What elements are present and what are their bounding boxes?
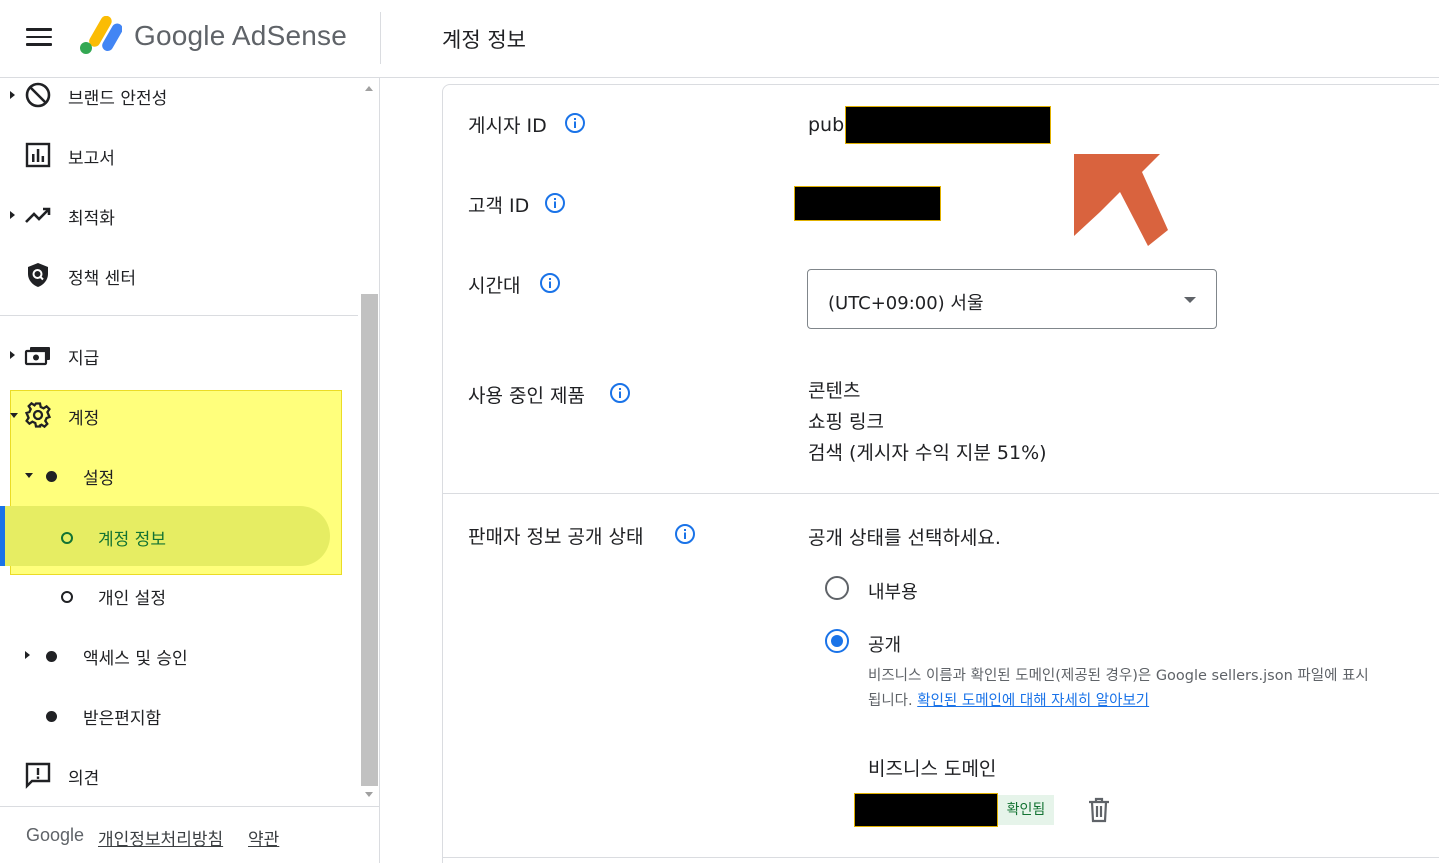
- privacy-policy-link[interactable]: 개인정보처리방침: [98, 825, 223, 850]
- business-domain-label: 비즈니스 도메인: [868, 758, 997, 780]
- sidebar-nav: 브랜드 안전성 보고서 최적화 정책 센터 지급 계정 설정 계정 정보 개인 …: [0, 78, 380, 863]
- radio-internal[interactable]: [825, 576, 849, 600]
- redacted-business-domain: [854, 793, 998, 827]
- bullet-ring-icon: [61, 532, 73, 544]
- scroll-down-arrow-icon[interactable]: [365, 792, 373, 797]
- top-divider: [380, 12, 381, 64]
- bar-chart-icon: [25, 142, 51, 168]
- feedback-icon: [25, 762, 51, 789]
- sidebar-divider: [0, 315, 358, 316]
- expand-caret-icon[interactable]: [25, 651, 30, 659]
- sidebar-item-reports[interactable]: 보고서: [0, 125, 360, 185]
- redacted-customer-id: [794, 186, 941, 221]
- sidebar-scrollbar-thumb[interactable]: [361, 294, 378, 786]
- radio-internal-label[interactable]: 내부용: [868, 578, 918, 604]
- info-icon[interactable]: [539, 272, 561, 294]
- timezone-label: 시간대: [468, 275, 521, 297]
- sidebar-item-label: 계정 정보: [98, 530, 166, 550]
- trash-icon[interactable]: [1088, 797, 1110, 823]
- seller-visibility-prompt: 공개 상태를 선택하세요.: [808, 527, 1001, 549]
- sidebar-item-label: 계정: [68, 409, 100, 429]
- bullet-ring-icon: [61, 591, 73, 603]
- app-brand: Google AdSense: [134, 20, 347, 51]
- sidebar-item-label: 개인 설정: [98, 589, 166, 609]
- block-icon: [25, 82, 51, 108]
- sidebar-item-feedback[interactable]: 의견: [0, 745, 360, 805]
- trending-up-icon: [25, 207, 51, 223]
- sidebar-item-brand-safety[interactable]: 브랜드 안전성: [0, 78, 360, 125]
- sidebar-item-account[interactable]: 계정: [0, 385, 360, 445]
- info-icon[interactable]: [674, 523, 696, 545]
- gear-icon: [24, 401, 52, 429]
- top-app-bar: Google AdSense 계정 정보: [0, 0, 1439, 78]
- sidebar-item-inbox[interactable]: 받은편지함: [0, 685, 360, 745]
- sidebar-item-optimization[interactable]: 최적화: [0, 185, 360, 245]
- seller-visibility-label: 판매자 정보 공개 상태: [468, 526, 644, 548]
- info-icon[interactable]: [609, 382, 631, 404]
- sidebar-item-personal-settings[interactable]: 개인 설정: [0, 565, 360, 625]
- bullet-icon: [46, 471, 57, 482]
- sidebar-item-label: 최적화: [68, 209, 115, 229]
- expand-caret-icon[interactable]: [10, 351, 15, 359]
- card-divider-bottom: [442, 857, 1439, 858]
- sidebar-item-label: 보고서: [68, 149, 115, 169]
- redacted-publisher-id: [845, 106, 1051, 144]
- publisher-id-label: 게시자 ID: [468, 115, 547, 137]
- sidebar-item-label: 지급: [68, 349, 100, 369]
- expand-caret-icon[interactable]: [10, 211, 15, 219]
- sidebar-footer: Google 개인정보처리방침 약관: [0, 806, 379, 863]
- product-item: 콘텐츠: [808, 380, 861, 402]
- sidebar-item-label: 정책 센터: [68, 269, 136, 289]
- terms-link[interactable]: 약관: [248, 825, 279, 850]
- collapse-caret-icon[interactable]: [25, 473, 33, 478]
- products-label: 사용 중인 제품: [468, 385, 585, 407]
- verified-badge: 확인됨: [998, 795, 1054, 825]
- payments-icon: [24, 347, 50, 366]
- card-divider: [442, 493, 1439, 494]
- sidebar-item-label: 받은편지함: [83, 709, 162, 729]
- bullet-icon: [46, 651, 57, 662]
- info-icon[interactable]: [544, 192, 566, 214]
- bullet-icon: [46, 711, 57, 722]
- sidebar-item-policy-center[interactable]: 정책 센터: [0, 245, 360, 305]
- timezone-selected-value: (UTC+09:00) 서울: [828, 293, 984, 314]
- sidebar-item-label: 의견: [68, 769, 100, 789]
- collapse-caret-icon[interactable]: [10, 413, 18, 418]
- public-description: 비즈니스 이름과 확인된 도메인(제공된 경우)은 Google sellers…: [868, 664, 1378, 714]
- product-item: 쇼핑 링크: [808, 411, 884, 433]
- products-list: 콘텐츠 쇼핑 링크 검색 (게시자 수익 지분 51%): [808, 376, 1047, 469]
- google-wordmark: Google: [26, 825, 85, 845]
- annotation-arrow-icon: [1074, 154, 1168, 246]
- sidebar-item-label: 설정: [83, 469, 115, 489]
- sidebar-item-label: 액세스 및 승인: [83, 649, 188, 669]
- product-item: 검색 (게시자 수익 지분 51%): [808, 442, 1047, 464]
- radio-public-label[interactable]: 공개: [868, 631, 901, 657]
- expand-caret-icon[interactable]: [10, 91, 15, 99]
- sidebar-item-label: 브랜드 안전성: [68, 89, 168, 109]
- scroll-up-arrow-icon[interactable]: [365, 86, 373, 91]
- dropdown-arrow-icon: [1184, 297, 1196, 303]
- sidebar-item-access-authorization[interactable]: 액세스 및 승인: [0, 625, 360, 685]
- customer-id-label: 고객 ID: [468, 195, 530, 217]
- timezone-select[interactable]: (UTC+09:00) 서울: [807, 269, 1217, 329]
- hamburger-menu-icon[interactable]: [26, 28, 52, 48]
- learn-more-verified-domain-link[interactable]: 확인된 도메인에 대해 자세히 알아보기: [917, 693, 1149, 709]
- adsense-logo-icon: [80, 16, 122, 54]
- sidebar-item-payments[interactable]: 지급: [0, 325, 360, 385]
- sidebar-item-account-info[interactable]: 계정 정보: [0, 506, 360, 566]
- shield-search-icon: [28, 263, 48, 287]
- info-icon[interactable]: [564, 112, 586, 134]
- page-title: 계정 정보: [442, 28, 526, 52]
- sidebar-item-settings[interactable]: 설정: [0, 445, 360, 505]
- radio-public[interactable]: [825, 629, 849, 653]
